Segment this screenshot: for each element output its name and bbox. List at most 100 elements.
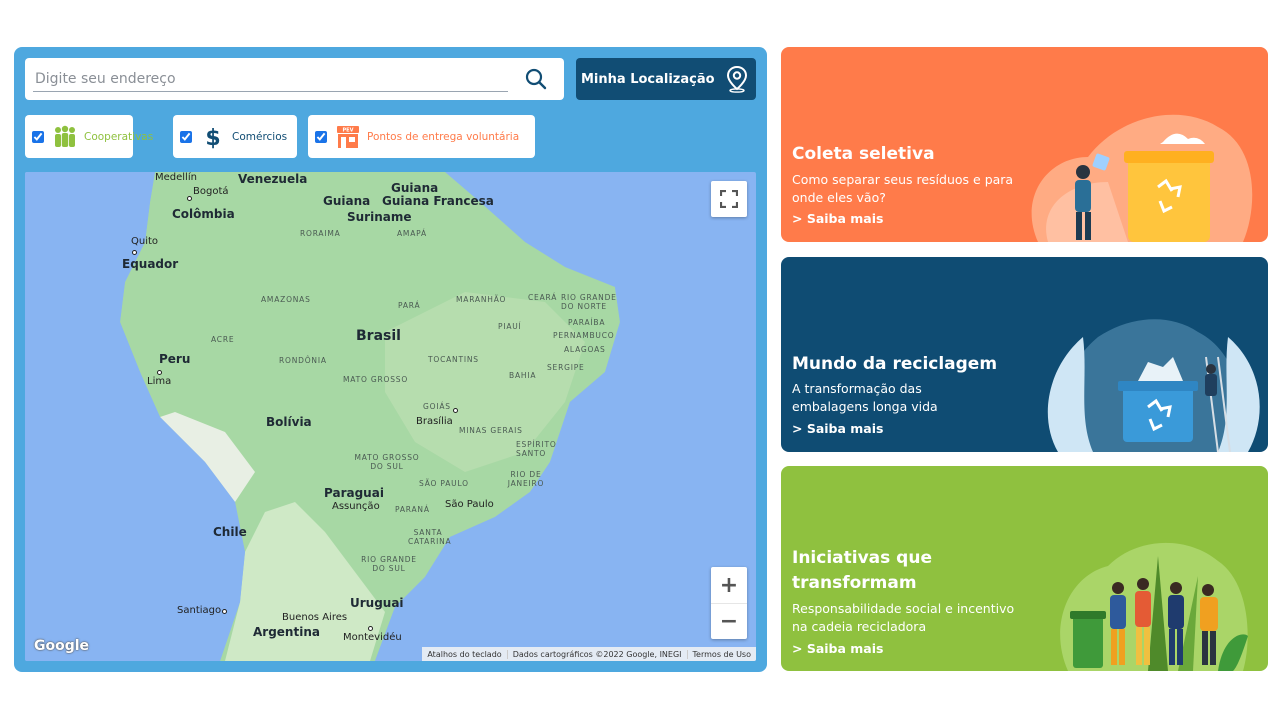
card-coleta-seletiva-title: Coleta seletiva <box>792 144 935 164</box>
zoom-out-button[interactable]: − <box>711 603 747 639</box>
map-label-mato-grosso: MATO GROSSO <box>343 375 409 384</box>
map-attribution: Atalhos do teclado Dados cartográficos ©… <box>422 647 756 661</box>
map-label-espirito-santo: ESPÍRITO SANTO <box>516 440 557 458</box>
map-label-para: PARÁ <box>398 301 421 310</box>
card-mundo-reciclagem-desc-2: embalagens longa vida <box>792 399 938 414</box>
map-label-amazonas: AMAZONAS <box>261 295 311 304</box>
recycling-bin-illustration <box>1031 114 1253 242</box>
map-label-assuncao: Assunção <box>332 501 380 512</box>
map-label-bolivia: Bolívia <box>266 415 312 429</box>
filter-comercios[interactable]: $ Comércios <box>173 115 297 158</box>
recycling-container-illustration <box>1047 319 1260 452</box>
map-label-quito: Quito <box>131 236 159 247</box>
map-label-amapa: AMAPÁ <box>397 229 427 238</box>
map-label-medellin: Medellín <box>155 172 197 183</box>
search-icon[interactable] <box>524 67 548 91</box>
map-label-rio-de-janeiro: RIO DE JANEIRO <box>507 470 545 488</box>
map-label-equador: Equador <box>122 257 179 271</box>
filter-comercios-checkbox[interactable] <box>180 130 192 143</box>
search-box <box>25 58 564 100</box>
map-label-santiago: Santiago <box>177 605 222 616</box>
filter-pontos-entrega-label: Pontos de entrega voluntária <box>367 130 520 143</box>
map-label-goias: GOIÁS <box>423 402 451 411</box>
map-label-venezuela: Venezuela <box>238 172 308 186</box>
map-label-mato-grosso-sul: MATO GROSSO DO SUL <box>354 453 420 471</box>
address-search-input[interactable] <box>33 66 508 92</box>
city-dot <box>368 626 373 631</box>
fullscreen-button[interactable] <box>711 181 747 217</box>
city-dot <box>453 408 458 413</box>
store-icon: PEV <box>335 124 361 150</box>
card-coleta-seletiva-desc-1: Como separar seus resíduos e para <box>792 172 1014 187</box>
keyboard-shortcuts-link[interactable]: Atalhos do teclado <box>422 649 508 659</box>
filter-cooperativas[interactable]: Cooperativas <box>25 115 153 158</box>
map-label-parana: PARANÁ <box>395 505 430 514</box>
map-label-paraguai: Paraguai <box>324 486 384 500</box>
map-label-guiana-francesa: Guiana Francesa <box>382 194 494 208</box>
card-iniciativas-desc-2: na cadeia recicladora <box>792 619 927 634</box>
map-panel: Minha Localização Cooperativas $ Comérci… <box>14 47 767 672</box>
people-icon <box>52 124 78 150</box>
filter-cooperativas-label: Cooperativas <box>84 130 154 143</box>
card-iniciativas-desc-1: Responsabilidade social e incentivo <box>792 601 1015 616</box>
city-dot <box>157 370 162 375</box>
fullscreen-icon <box>720 190 738 208</box>
map-label-alagoas: ALAGOAS <box>564 345 606 354</box>
filter-cooperativas-checkbox[interactable] <box>32 130 44 143</box>
card-iniciativas-title-2: transformam <box>792 573 917 593</box>
card-mundo-reciclagem-title: Mundo da reciclagem <box>792 354 998 374</box>
map-label-brasilia: Brasília <box>416 416 453 427</box>
map-label-montevideu: Montevidéu <box>343 632 402 643</box>
dollar-icon: $ <box>200 124 226 150</box>
card-coleta-seletiva-desc-2: onde eles vão? <box>792 190 886 205</box>
map-label-acre: ACRE <box>211 335 235 344</box>
map-label-buenos-aires: Buenos Aires <box>282 612 348 623</box>
map-label-minas-gerais: MINAS GERAIS <box>459 426 523 435</box>
map-label-bahia: BAHIA <box>509 371 537 380</box>
map-label-colombia: Colômbia <box>172 207 235 221</box>
zoom-in-button[interactable]: + <box>711 567 747 603</box>
card-coleta-seletiva[interactable]: Coleta seletiva Como separar seus resídu… <box>781 47 1268 242</box>
map-label-brasil: Brasil <box>356 328 401 344</box>
city-dot <box>187 196 192 201</box>
map-label-sergipe: SERGIPE <box>547 363 585 372</box>
people-recycling-illustration <box>1060 542 1248 671</box>
my-location-button[interactable]: Minha Localização <box>576 58 756 100</box>
map-label-santa-catarina: SANTA CATARINA <box>408 528 452 546</box>
map-label-guiana: Guiana <box>391 181 439 195</box>
map-label-ceara: CEARÁ <box>528 293 558 302</box>
card-iniciativas[interactable]: Iniciativas que transformam Responsabili… <box>781 466 1268 671</box>
map-label-roraima: RORAIMA <box>300 229 341 238</box>
card-mundo-reciclagem[interactable]: Mundo da reciclagem A transformação das … <box>781 257 1268 452</box>
card-mundo-reciclagem-link[interactable]: > Saiba mais <box>792 421 883 436</box>
map-label-chile: Chile <box>213 525 247 539</box>
my-location-label: Minha Localização <box>581 71 715 87</box>
city-dot <box>132 250 137 255</box>
map-label-rio-grande-sul: RIO GRANDE DO SUL <box>361 555 417 573</box>
city-dot <box>222 609 227 614</box>
map-label-maranhao: MARANHÃO <box>456 295 507 304</box>
filter-pontos-entrega-checkbox[interactable] <box>315 130 327 143</box>
map-label-pernambuco: PERNAMBUCO <box>553 331 615 340</box>
card-coleta-seletiva-link[interactable]: > Saiba mais <box>792 211 883 226</box>
map-label-piaui: PIAUÍ <box>498 322 522 331</box>
terms-link[interactable]: Termos de Uso <box>688 650 756 659</box>
card-mundo-reciclagem-desc-1: A transformação das <box>792 381 922 396</box>
svg-text:$: $ <box>205 126 220 150</box>
map-label-uruguai: Uruguai <box>350 596 404 610</box>
map-data-credit: Dados cartográficos ©2022 Google, INEGI <box>508 649 688 659</box>
map-label-sao-paulo: São Paulo <box>445 499 494 510</box>
map-label-rio-grande-norte: RIO GRANDE DO NORTE <box>561 293 617 311</box>
map-label-lima: Lima <box>147 376 172 387</box>
card-iniciativas-link[interactable]: > Saiba mais <box>792 641 883 656</box>
map-label-guiana-2: Guiana <box>323 194 371 208</box>
filter-comercios-label: Comércios <box>232 130 288 143</box>
zoom-controls: + − <box>711 567 747 639</box>
map-label-rondonia: RONDÔNIA <box>279 356 327 365</box>
filter-pontos-entrega[interactable]: PEV Pontos de entrega voluntária <box>308 115 535 158</box>
map-label-argentina: Argentina <box>253 625 320 639</box>
map-view[interactable]: Venezuela Medellín Bogotá Colômbia Guian… <box>25 172 756 661</box>
map-label-bogota: Bogotá <box>193 186 229 197</box>
map-label-sao-paulo-state: SÃO PAULO <box>419 479 469 488</box>
google-logo: Google <box>34 638 90 654</box>
